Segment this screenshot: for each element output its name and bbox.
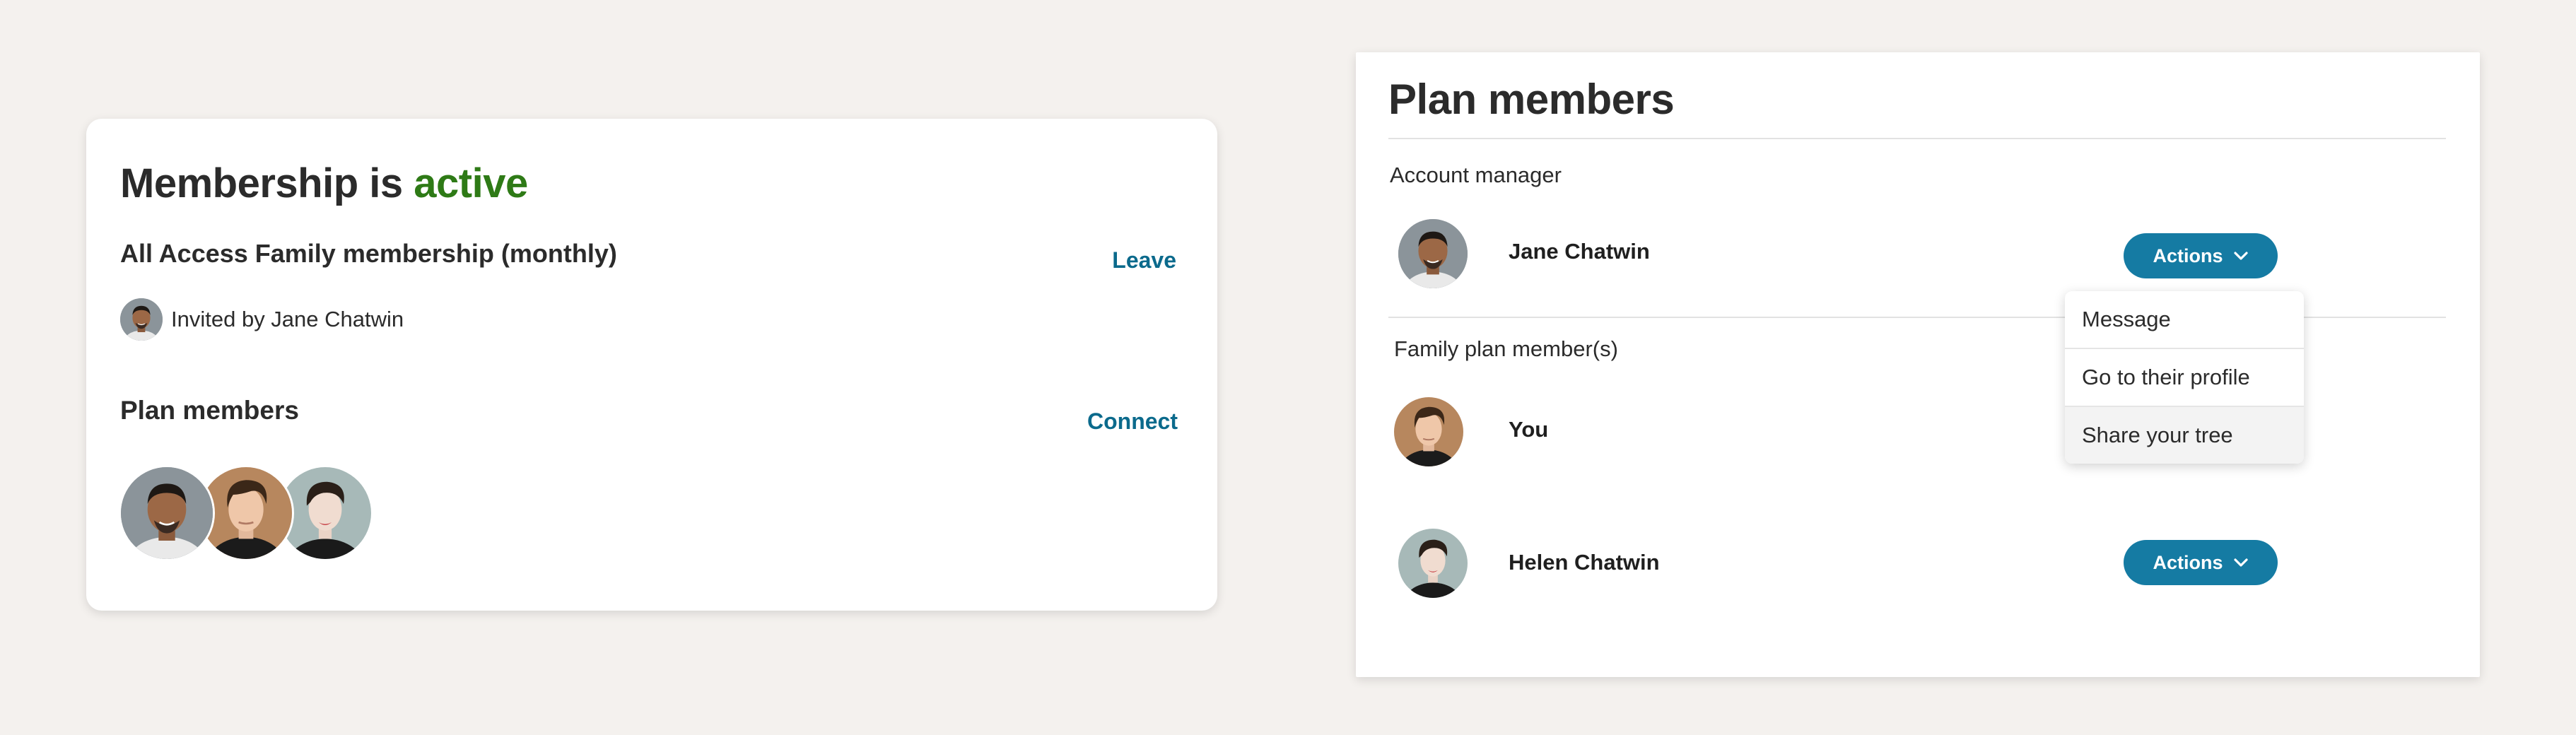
panel-title: Plan members [1388, 76, 1675, 123]
chevron-down-icon [2233, 558, 2249, 568]
leave-link[interactable]: Leave [1112, 247, 1176, 274]
chevron-down-icon [2233, 251, 2249, 261]
inviter-avatar [120, 298, 163, 341]
membership-card: Membership is active All Access Family m… [86, 119, 1217, 611]
family-members-label: Family plan member(s) [1394, 336, 1618, 361]
dropdown-caret [2082, 283, 2099, 291]
actions-button-label: Actions [2153, 551, 2223, 573]
connect-link[interactable]: Connect [1087, 408, 1178, 435]
invited-by-text: Invited by Jane Chatwin [171, 307, 404, 331]
plan-members-avatar-stack[interactable] [119, 465, 402, 561]
jane-actions-button[interactable]: Actions [2124, 233, 2278, 278]
menu-item-share-tree[interactable]: Share your tree [2065, 406, 2304, 464]
account-manager-label: Account manager [1390, 163, 1562, 187]
title-divider [1388, 138, 2446, 139]
membership-title-prefix: Membership is [120, 160, 403, 206]
helen-actions-button[interactable]: Actions [2124, 540, 2278, 585]
plan-members-panel: Plan members Account manager Jane Chatwi… [1356, 52, 2480, 677]
menu-item-go-to-profile[interactable]: Go to their profile [2065, 348, 2304, 406]
helen-chatwin-avatar [1398, 529, 1468, 598]
menu-item-message[interactable]: Message [2065, 291, 2304, 348]
member-name-jane: Jane Chatwin [1509, 239, 1650, 264]
plan-name: All Access Family membership (monthly) [120, 239, 617, 268]
member-name-helen: Helen Chatwin [1509, 550, 1660, 575]
jane-chatwin-avatar [1398, 219, 1468, 288]
plan-members-heading: Plan members [120, 396, 299, 425]
actions-dropdown-menu: Message Go to their profile Share your t… [2065, 291, 2304, 464]
you-avatar [1394, 397, 1463, 466]
membership-status-title: Membership is active [120, 160, 528, 207]
jane-chatwin-avatar[interactable] [119, 465, 215, 561]
invited-by-row: Invited by Jane Chatwin [120, 298, 404, 341]
membership-status-active: active [414, 160, 528, 206]
member-name-you: You [1509, 417, 1549, 442]
actions-button-label: Actions [2153, 245, 2223, 266]
